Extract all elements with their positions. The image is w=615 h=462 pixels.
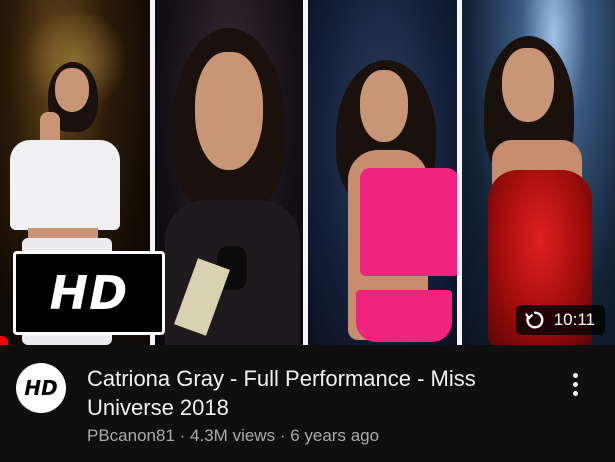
video-metadata[interactable]: HD Catriona Gray - Full Performance - Mi… bbox=[0, 345, 615, 462]
thumbnail-panel-3 bbox=[308, 0, 458, 345]
kebab-dot bbox=[572, 390, 578, 396]
view-count: 4.3M views bbox=[190, 426, 276, 445]
kebab-dot bbox=[572, 372, 578, 378]
thumbnail-panel-4 bbox=[462, 0, 615, 345]
replay-icon bbox=[524, 311, 544, 329]
hd-badge-text: HD bbox=[49, 266, 129, 320]
video-title[interactable]: Catriona Gray - Full Performance - Miss … bbox=[87, 364, 537, 422]
video-thumbnail[interactable]: HD 10:11 bbox=[0, 0, 615, 345]
video-subline: PBcanon81 · 4.3M views · 6 years ago bbox=[87, 426, 379, 446]
separator: · bbox=[179, 426, 186, 445]
channel-avatar-text: HD bbox=[24, 376, 58, 400]
hd-badge: HD bbox=[13, 251, 165, 335]
channel-name[interactable]: PBcanon81 bbox=[87, 426, 175, 445]
duration-badge: 10:11 bbox=[515, 305, 605, 335]
upload-age: 6 years ago bbox=[290, 426, 380, 445]
separator: · bbox=[279, 426, 286, 445]
thumbnail-panel-2 bbox=[155, 0, 305, 345]
duration-text: 10:11 bbox=[553, 310, 595, 329]
channel-avatar[interactable]: HD bbox=[16, 363, 66, 413]
kebab-dot bbox=[572, 381, 578, 387]
more-options-button[interactable] bbox=[560, 367, 590, 401]
